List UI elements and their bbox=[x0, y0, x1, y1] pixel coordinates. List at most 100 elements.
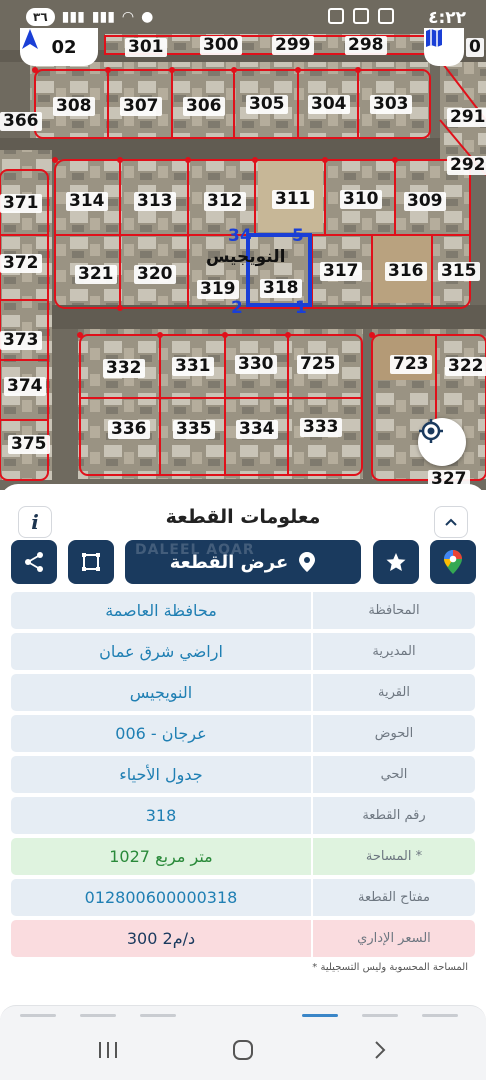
info-row-label: مفتاح القطعة bbox=[313, 879, 475, 916]
parcel-label-322[interactable]: 322 bbox=[445, 357, 486, 376]
parcel-label-0[interactable]: 0 bbox=[466, 38, 484, 57]
parcel-label-366[interactable]: 366 bbox=[0, 112, 42, 131]
parcel-label-321[interactable]: 321 bbox=[75, 265, 117, 284]
parcel-label-371[interactable]: 371 bbox=[0, 194, 42, 213]
home-icon bbox=[233, 1040, 253, 1060]
back-icon bbox=[375, 1041, 386, 1059]
info-row-value: جدول الأحياء bbox=[11, 756, 311, 793]
parcel-label-333[interactable]: 333 bbox=[300, 418, 342, 437]
info-row: 012800600000318 مفتاح القطعة bbox=[11, 879, 475, 916]
info-row-value: 318 bbox=[11, 797, 311, 834]
gps-target-icon bbox=[419, 419, 443, 443]
home-button[interactable] bbox=[223, 1036, 263, 1064]
show-parcel-button[interactable]: DALEEL AQAR عرض القطعة bbox=[125, 540, 361, 584]
notification-icon bbox=[378, 8, 394, 24]
status-bar: ٣٦ ▮▮▮ ▮▮▮ ◠ ● ٤:٢٢ bbox=[0, 0, 486, 36]
info-row: 318 رقم القطعة bbox=[11, 797, 475, 834]
battery-indicator: ٣٦ bbox=[26, 8, 55, 26]
collapse-button[interactable] bbox=[434, 506, 468, 538]
info-row: محافظة العاصمة المحافظة bbox=[11, 592, 475, 629]
toolbar-tab[interactable] bbox=[422, 1014, 458, 1017]
recent-apps-icon bbox=[99, 1042, 117, 1058]
location-icon: ● bbox=[141, 9, 154, 25]
parcel-label-305[interactable]: 305 bbox=[246, 95, 288, 114]
info-row-label: رقم القطعة bbox=[313, 797, 475, 834]
parcel-label-330[interactable]: 330 bbox=[235, 355, 277, 374]
star-icon bbox=[386, 553, 406, 571]
parcel-label-309[interactable]: 309 bbox=[404, 192, 446, 211]
draw-boundary-button[interactable] bbox=[68, 540, 114, 584]
parcel-label-304[interactable]: 304 bbox=[308, 95, 350, 114]
my-location-button[interactable] bbox=[418, 418, 466, 466]
info-row: 300 د/م2 السعر الإداري bbox=[11, 920, 475, 957]
parcel-label-311[interactable]: 311 bbox=[272, 190, 314, 209]
wifi-icon: ◠ bbox=[121, 9, 135, 25]
parcel-label-318[interactable]: 318 bbox=[260, 279, 302, 298]
toolbar-tab[interactable] bbox=[80, 1014, 116, 1017]
toolbar-tab[interactable] bbox=[140, 1014, 176, 1017]
parcel-label-299[interactable]: 299 bbox=[272, 36, 314, 55]
info-row-value: النويجيس bbox=[11, 674, 311, 711]
parcel-label-335[interactable]: 335 bbox=[173, 420, 215, 439]
compass-label: 02 bbox=[51, 36, 77, 58]
parcel-label-320[interactable]: 320 bbox=[134, 265, 176, 284]
parcel-label-303[interactable]: 303 bbox=[370, 95, 412, 114]
parcel-label-291[interactable]: 291 bbox=[447, 108, 486, 127]
parcel-label-313[interactable]: 313 bbox=[134, 192, 176, 211]
info-row-label: المساحة * bbox=[313, 838, 475, 875]
parcel-label-317[interactable]: 317 bbox=[320, 262, 362, 281]
parcel-label-336[interactable]: 336 bbox=[108, 420, 150, 439]
status-left: ٣٦ ▮▮▮ ▮▮▮ ◠ ● bbox=[26, 8, 153, 26]
toolbar-tab-active[interactable] bbox=[302, 1014, 338, 1017]
status-right-icons bbox=[328, 8, 394, 24]
parcel-label-292[interactable]: 292 bbox=[447, 156, 486, 175]
parcel-label-373[interactable]: 373 bbox=[0, 331, 42, 350]
parcel-label-334[interactable]: 334 bbox=[236, 420, 278, 439]
parcel-label-372[interactable]: 372 bbox=[0, 254, 42, 273]
info-row-label: السعر الإداري bbox=[313, 920, 475, 957]
parcel-label-298[interactable]: 298 bbox=[345, 36, 387, 55]
toolbar-tab[interactable] bbox=[362, 1014, 398, 1017]
vertex-label: 2 bbox=[231, 298, 243, 318]
parcel-label-316[interactable]: 316 bbox=[385, 262, 427, 281]
parcel-label-723[interactable]: 723 bbox=[390, 355, 432, 374]
map-view[interactable]: 301 300 299 298 0 308 307 306 305 304 303 366 291 292… bbox=[0, 0, 486, 490]
info-row-value: 012800600000318 bbox=[11, 879, 311, 916]
vertex-label: 5 bbox=[292, 226, 304, 246]
vertex-label: 1 bbox=[295, 298, 307, 318]
parcel-label-375[interactable]: 375 bbox=[8, 435, 50, 454]
vertex-label: 34 bbox=[228, 226, 252, 246]
info-row-value: 300 د/م2 bbox=[11, 920, 311, 957]
parcel-label-332[interactable]: 332 bbox=[103, 359, 145, 378]
parcel-label-312[interactable]: 312 bbox=[204, 192, 246, 211]
info-row-value: عرجان - 006 bbox=[11, 715, 311, 752]
parcel-label-300[interactable]: 300 bbox=[200, 36, 242, 55]
parcel-label-315[interactable]: 315 bbox=[438, 262, 480, 281]
area-footnote: * المساحة المحسوبة وليس التسجيلية bbox=[312, 962, 468, 973]
info-row-label: القرية bbox=[313, 674, 475, 711]
parcel-label-301[interactable]: 301 bbox=[125, 38, 167, 57]
parcel-info-sheet: i معلومات القطعة DALEEL AQAR عرض القطعة bbox=[0, 484, 486, 1014]
parcel-label-306[interactable]: 306 bbox=[183, 97, 225, 116]
system-nav-bar bbox=[0, 1020, 486, 1080]
parcel-label-310[interactable]: 310 bbox=[340, 190, 382, 209]
map-pin-icon bbox=[299, 552, 316, 572]
info-row: النويجيس القرية bbox=[11, 674, 475, 711]
sheet-title: معلومات القطعة bbox=[165, 506, 321, 528]
recent-apps-button[interactable] bbox=[88, 1036, 128, 1064]
share-button[interactable] bbox=[11, 540, 57, 584]
info-row-value: اراضي شرق عمان bbox=[11, 633, 311, 670]
google-maps-button[interactable] bbox=[430, 540, 476, 584]
parcel-label-319[interactable]: 319 bbox=[197, 280, 239, 299]
info-row-label: المديرية bbox=[313, 633, 475, 670]
back-button[interactable] bbox=[360, 1036, 400, 1064]
parcel-label-331[interactable]: 331 bbox=[172, 357, 214, 376]
parcel-label-308[interactable]: 308 bbox=[53, 97, 95, 116]
parcel-label-374[interactable]: 374 bbox=[4, 377, 46, 396]
parcel-label-307[interactable]: 307 bbox=[120, 97, 162, 116]
parcel-label-725[interactable]: 725 bbox=[297, 355, 339, 374]
toolbar-tab[interactable] bbox=[20, 1014, 56, 1017]
favorite-button[interactable] bbox=[373, 540, 419, 584]
parcel-label-314[interactable]: 314 bbox=[66, 192, 108, 211]
polygon-icon bbox=[82, 553, 100, 571]
